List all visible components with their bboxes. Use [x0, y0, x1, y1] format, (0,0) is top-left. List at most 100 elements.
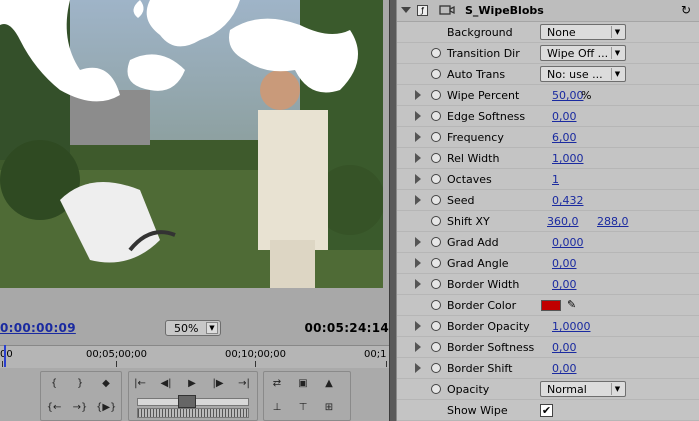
- stopwatch-icon[interactable]: [431, 69, 441, 79]
- go-to-in-icon[interactable]: {←: [44, 400, 64, 416]
- ruler-label: 00;05;00;00: [86, 349, 148, 360]
- property-value[interactable]: 0,000: [552, 236, 584, 249]
- stopwatch-icon[interactable]: [431, 363, 441, 373]
- stopwatch-icon[interactable]: [431, 132, 441, 142]
- set-out-point-icon[interactable]: }: [70, 376, 90, 392]
- property-row-frequency: Frequency 6,00: [397, 127, 699, 148]
- property-value[interactable]: 0,00: [552, 362, 577, 375]
- panel-divider[interactable]: [389, 0, 397, 421]
- stopwatch-icon[interactable]: [431, 279, 441, 289]
- property-row-transition-dir: Transition Dir Wipe Off ... ▼: [397, 43, 699, 64]
- property-value[interactable]: 50,00: [552, 89, 584, 102]
- twirl-icon[interactable]: [415, 174, 421, 184]
- twirl-icon[interactable]: [415, 132, 421, 142]
- stopwatch-icon[interactable]: [431, 300, 441, 310]
- step-forward-icon[interactable]: →|: [234, 376, 254, 392]
- twirl-icon[interactable]: [415, 342, 421, 352]
- frame-back-icon[interactable]: ◀|: [156, 376, 176, 392]
- twirl-icon[interactable]: [415, 237, 421, 247]
- checkbox[interactable]: ✔: [540, 404, 553, 417]
- property-row-shift-xy: Shift XY 360,0 288,0: [397, 211, 699, 232]
- property-dropdown[interactable]: No: use ... ▼: [540, 66, 626, 82]
- extract-icon[interactable]: ⊤: [293, 400, 313, 416]
- property-value[interactable]: 0,00: [552, 110, 577, 123]
- ruler-tick: [116, 361, 117, 367]
- twirl-icon[interactable]: [415, 195, 421, 205]
- fx-toggle-icon[interactable]: ƒ: [417, 5, 428, 16]
- dropdown-value: Normal: [547, 383, 587, 396]
- property-label: Auto Trans: [447, 68, 506, 81]
- property-value[interactable]: 1,0000: [552, 320, 591, 333]
- property-value[interactable]: 6,00: [552, 131, 577, 144]
- safe-margins-icon[interactable]: ▣: [293, 376, 313, 392]
- twirl-icon[interactable]: [415, 258, 421, 268]
- camera-icon: [439, 5, 455, 15]
- zoom-value: 50%: [174, 322, 199, 335]
- property-row-seed: Seed 0,432: [397, 190, 699, 211]
- set-in-point-icon[interactable]: {: [44, 376, 64, 392]
- property-row-edge-softness: Edge Softness 0,00: [397, 106, 699, 127]
- jog-wheel[interactable]: [137, 408, 249, 418]
- step-back-icon[interactable]: |←: [130, 376, 150, 392]
- property-label: Grad Angle: [447, 257, 509, 270]
- stopwatch-icon[interactable]: [431, 174, 441, 184]
- stopwatch-icon[interactable]: [431, 90, 441, 100]
- ruler-label: 00: [0, 349, 13, 360]
- chevron-down-icon: ▼: [611, 68, 623, 80]
- current-timecode[interactable]: 0:00:00:09: [0, 321, 76, 335]
- frame-forward-icon[interactable]: |▶: [208, 376, 228, 392]
- shuttle-knob[interactable]: [178, 395, 196, 408]
- twirl-icon[interactable]: [415, 279, 421, 289]
- property-value[interactable]: 1: [552, 173, 559, 186]
- property-value[interactable]: 0,00: [552, 341, 577, 354]
- go-to-out-icon[interactable]: →}: [70, 400, 90, 416]
- stopwatch-icon[interactable]: [431, 48, 441, 58]
- property-dropdown[interactable]: None ▼: [540, 24, 626, 40]
- chevron-down-icon: ▼: [611, 47, 623, 59]
- property-label: Transition Dir: [447, 47, 520, 60]
- property-value[interactable]: 0,00: [552, 257, 577, 270]
- eyedropper-icon[interactable]: ✎: [567, 298, 576, 311]
- twirl-open-icon[interactable]: [401, 7, 411, 13]
- time-ruler[interactable]: 00 00;05;00;00 00;10;00;00 00;1: [0, 345, 389, 368]
- dropdown-value: Wipe Off ...: [547, 47, 609, 60]
- stopwatch-icon[interactable]: [431, 384, 441, 394]
- property-dropdown[interactable]: Normal ▼: [540, 381, 626, 397]
- marker-icon[interactable]: ◆: [96, 376, 116, 392]
- property-label: Border Color: [447, 299, 517, 312]
- stopwatch-icon[interactable]: [431, 237, 441, 247]
- twirl-icon[interactable]: [415, 153, 421, 163]
- reset-icon[interactable]: ↻: [681, 3, 691, 17]
- property-dropdown[interactable]: Wipe Off ... ▼: [540, 45, 626, 61]
- property-value[interactable]: 0,432: [552, 194, 584, 207]
- property-value[interactable]: 1,000: [552, 152, 584, 165]
- video-preview[interactable]: [0, 0, 383, 288]
- loop-icon[interactable]: ⇄: [267, 376, 287, 392]
- twirl-icon[interactable]: [415, 363, 421, 373]
- trim-icon[interactable]: ⊞: [319, 400, 339, 416]
- twirl-icon[interactable]: [415, 111, 421, 121]
- stopwatch-icon[interactable]: [431, 111, 441, 121]
- zoom-dropdown[interactable]: 50% ▼: [165, 320, 221, 336]
- twirl-icon[interactable]: [415, 90, 421, 100]
- playhead[interactable]: [4, 345, 6, 367]
- property-row-border-color: Border Color ✎: [397, 295, 699, 316]
- stopwatch-icon[interactable]: [431, 321, 441, 331]
- property-value[interactable]: 0,00: [552, 278, 577, 291]
- stopwatch-icon[interactable]: [431, 195, 441, 205]
- color-swatch[interactable]: [541, 300, 561, 311]
- stopwatch-icon[interactable]: [431, 153, 441, 163]
- property-value-y[interactable]: 288,0: [597, 215, 629, 228]
- stopwatch-icon[interactable]: [431, 258, 441, 268]
- lift-icon[interactable]: ⊥: [267, 400, 287, 416]
- effect-header[interactable]: ƒ S_WipeBlobs ↻: [397, 0, 699, 22]
- chevron-down-icon: ▼: [611, 26, 623, 38]
- property-label: Background: [447, 26, 513, 39]
- output-icon[interactable]: ▲: [319, 376, 339, 392]
- twirl-icon[interactable]: [415, 321, 421, 331]
- stopwatch-icon[interactable]: [431, 216, 441, 226]
- play-in-to-out-icon[interactable]: {▶}: [96, 400, 116, 416]
- play-icon[interactable]: ▶: [182, 376, 202, 392]
- property-value-x[interactable]: 360,0: [547, 215, 579, 228]
- stopwatch-icon[interactable]: [431, 342, 441, 352]
